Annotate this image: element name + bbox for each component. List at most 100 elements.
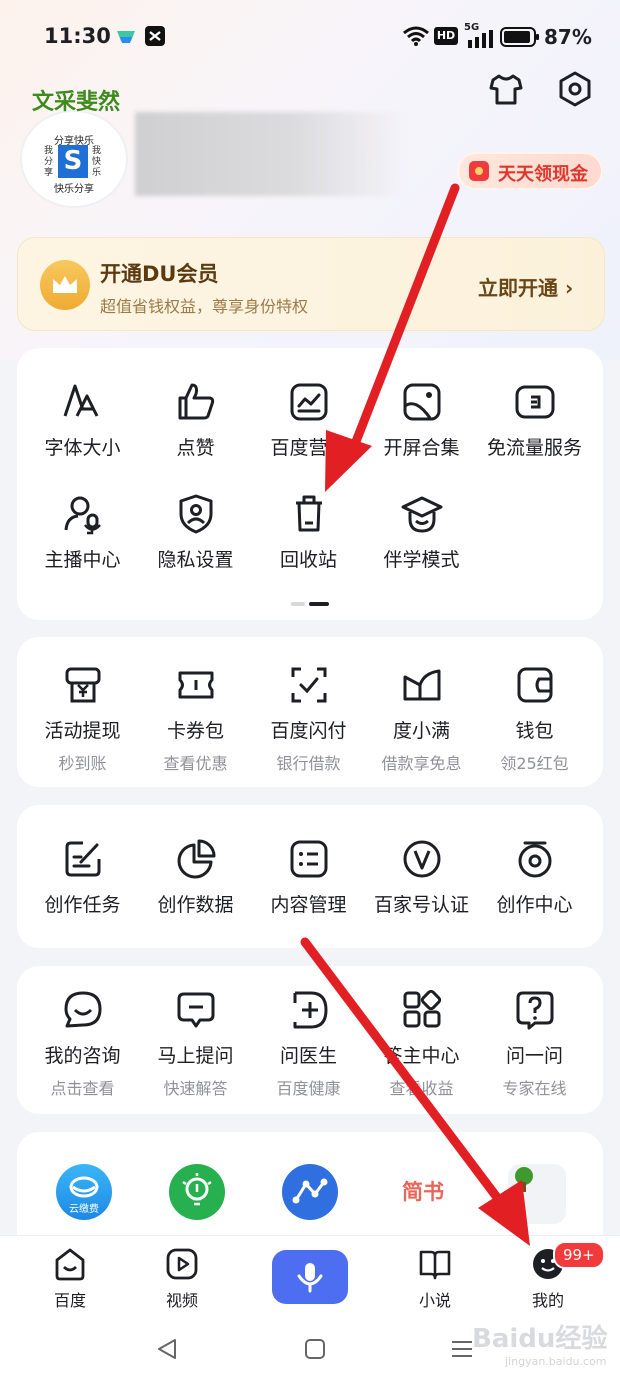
creator-task[interactable]: 创作任务 [26, 837, 139, 917]
anchor-icon [64, 496, 101, 535]
graph-nodes-icon [292, 1178, 328, 1204]
tool-recycle-bin[interactable]: 回收站 [252, 492, 365, 572]
yunjiaofei-app[interactable]: 云缴费 [56, 1164, 112, 1220]
finance-sub: 秒到账 [58, 754, 107, 773]
notification-badge: 99+ [553, 1241, 605, 1269]
avatar[interactable]: 文采斐然 分享快乐 我分享 S 我快乐 快乐分享 [20, 89, 128, 208]
sim-card-icon [515, 385, 554, 419]
finance-card: 活动提现 秒到账 卡券包 查看优惠 百度闪付 银行借款 度小满 借款享免息 钱包… [17, 637, 603, 787]
health-label: 问一问 [505, 1045, 563, 1067]
chart-icon [290, 383, 327, 421]
finance-duxiaoman[interactable]: 度小满 借款享免息 [365, 663, 478, 774]
edit-task-icon [65, 841, 100, 877]
daily-cash-button[interactable]: 天天领现金 [457, 152, 603, 190]
network-app[interactable] [282, 1164, 338, 1220]
skin-shirt-icon[interactable] [487, 70, 525, 108]
health-sub: 专家在线 [502, 1079, 567, 1098]
health-ask-doctor[interactable]: 问医生 百度健康 [252, 988, 365, 1099]
creator-label: 内容管理 [270, 894, 347, 916]
microphone-icon [297, 1263, 323, 1293]
ticket-icon [178, 671, 213, 699]
question-bubble-icon [516, 991, 553, 1030]
finance-label: 钱包 [515, 720, 554, 742]
tab-baidu[interactable]: 百度 [35, 1246, 105, 1311]
voice-search-button[interactable] [272, 1250, 348, 1304]
shield-user-icon [179, 494, 212, 534]
tools-card: 字体大小 点赞 百度营销 开屏合集 免流量服务 主播中心 隐私设置 回收站 伴学… [17, 348, 603, 620]
apps-grid-icon [403, 989, 441, 1028]
health-my-consult[interactable]: 我的咨询 点击查看 [26, 988, 139, 1099]
health-wen-yi-wen[interactable]: 问一问 专家在线 [478, 988, 591, 1099]
vip-banner[interactable]: 开通DU会员 超值省钱权益，尊享身份特权 立即开通 › [17, 237, 605, 331]
red-envelope-icon [469, 161, 489, 181]
tool-baidu-marketing[interactable]: 百度营销 [252, 380, 365, 460]
creator-content-manage[interactable]: 内容管理 [252, 837, 365, 917]
finance-coupons[interactable]: 卡券包 查看优惠 [139, 663, 252, 774]
creator-label: 创作数据 [157, 894, 234, 916]
book-icon [419, 1250, 451, 1280]
duxiaoman-icon [403, 669, 440, 701]
health-answerer-center[interactable]: 答主中心 查看收益 [365, 988, 478, 1099]
tab-video[interactable]: 视频 [147, 1246, 217, 1311]
avatar-logo: S [58, 145, 88, 178]
health-label: 马上提问 [157, 1045, 234, 1067]
battery-percent: 87% [544, 25, 592, 49]
tool-label: 点赞 [176, 437, 215, 459]
tab-novel[interactable]: 小说 [400, 1246, 470, 1311]
baidu-home-icon [55, 1248, 85, 1281]
avatar-text-left: 我分享 [44, 146, 54, 178]
nav-back-icon[interactable] [155, 1337, 179, 1361]
finance-label: 百度闪付 [270, 720, 347, 742]
creator-label: 百家号认证 [373, 894, 469, 916]
finance-sub: 借款享免息 [381, 754, 462, 773]
finance-baidu-pay[interactable]: 百度闪付 银行借款 [252, 663, 365, 774]
finance-label: 卡券包 [166, 720, 224, 742]
tool-free-data[interactable]: 免流量服务 [478, 380, 591, 460]
creator-baijiahao-verify[interactable]: 百家号认证 [365, 837, 478, 917]
more-app-tile[interactable] [508, 1164, 566, 1224]
finance-sub: 领25红包 [500, 754, 569, 773]
finance-sub: 查看优惠 [163, 754, 228, 773]
creator-center[interactable]: 创作中心 [478, 837, 591, 917]
tool-label: 主播中心 [44, 549, 121, 571]
status-time: 11:30 [44, 24, 111, 48]
bulb-app[interactable] [169, 1164, 225, 1220]
graduation-cap-icon [401, 496, 442, 533]
creator-data[interactable]: 创作数据 [139, 837, 252, 917]
health-sub: 百度健康 [276, 1079, 341, 1098]
health-label: 问医生 [279, 1045, 337, 1067]
finance-wallet[interactable]: 钱包 领25红包 [478, 663, 591, 774]
vip-open-button[interactable]: 立即开通 › [478, 272, 573, 301]
jianshu-app[interactable]: 简书 [395, 1164, 451, 1220]
tool-anchor-center[interactable]: 主播中心 [26, 492, 139, 572]
tool-like[interactable]: 点赞 [139, 380, 252, 460]
username-blurred [135, 112, 405, 196]
battery-icon [500, 27, 539, 47]
vip-subtitle: 超值省钱权益，尊享身份特权 [100, 297, 309, 316]
nav-menu-icon[interactable] [450, 1337, 474, 1361]
tool-privacy-settings[interactable]: 隐私设置 [139, 492, 252, 572]
finance-label: 度小满 [392, 720, 450, 742]
tool-splash-collection[interactable]: 开屏合集 [365, 380, 478, 460]
tool-font-size[interactable]: 字体大小 [26, 380, 139, 460]
nav-home-icon[interactable] [303, 1337, 327, 1361]
settings-gear-icon[interactable] [556, 70, 594, 108]
finance-label: 活动提现 [44, 720, 121, 742]
tool-label: 免流量服务 [486, 437, 582, 459]
watermark-url: jingyan.baidu.com [505, 1355, 607, 1368]
image-icon [403, 383, 440, 421]
health-sub: 点击查看 [50, 1079, 115, 1098]
tool-label: 隐私设置 [157, 549, 234, 571]
tool-study-mode[interactable]: 伴学模式 [365, 492, 478, 572]
yunjiaofei-label: 云缴费 [69, 1204, 99, 1215]
tab-label: 我的 [531, 1291, 564, 1310]
vip-title: 开通DU会员 [100, 262, 219, 286]
creator-label: 创作中心 [496, 894, 573, 916]
finance-activity-withdraw[interactable]: 活动提现 秒到账 [26, 663, 139, 774]
video-app-icon [117, 31, 135, 43]
lightbulb-icon [182, 1173, 212, 1206]
daily-cash-label: 天天领现金 [498, 164, 588, 185]
trash-icon [295, 495, 322, 532]
health-ask-now[interactable]: 马上提问 快速解答 [139, 988, 252, 1099]
font-size-icon [63, 384, 98, 417]
